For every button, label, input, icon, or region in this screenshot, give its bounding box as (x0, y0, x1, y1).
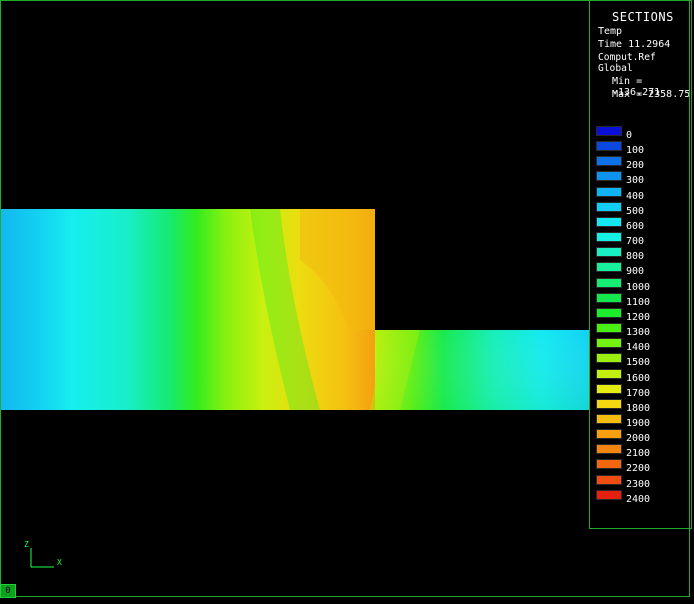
frame-tab[interactable]: 0 (0, 584, 16, 598)
legend-swatch (596, 368, 622, 379)
legend-label: 1800 (626, 402, 651, 414)
legend-swatch (596, 444, 622, 455)
legend-swatch (596, 156, 622, 167)
time-label: Time 11.2964 (598, 39, 671, 50)
legend-swatch (596, 277, 622, 288)
legend-label: 0 (626, 130, 633, 141)
legend-label: 400 (626, 190, 645, 202)
legend-label: 900 (626, 266, 645, 278)
legend-label: 1900 (626, 417, 651, 429)
legend-swatch (596, 383, 622, 394)
legend-label: 2400 (626, 493, 651, 505)
results-panel: SECTIONS Temp Time 11.2964 Comput.Ref Gl… (589, 0, 692, 529)
legend-label: 100 (626, 145, 645, 157)
legend-label: 700 (626, 236, 645, 248)
legend-label: 800 (626, 251, 645, 263)
legend-label: 1400 (626, 342, 651, 354)
model-viewport[interactable] (0, 0, 590, 600)
legend-label: 1700 (626, 387, 651, 399)
z-axis-label: Z (24, 540, 29, 549)
temperature-contour-plot (1, 209, 589, 410)
panel-title: SECTIONS (612, 10, 674, 24)
legend-swatch (596, 126, 622, 136)
legend-swatch (596, 413, 622, 424)
legend-swatch (596, 262, 622, 273)
legend-swatch (596, 292, 622, 303)
x-axis-label: X (57, 558, 62, 567)
legend-swatch (596, 398, 622, 409)
legend-swatch (596, 247, 622, 258)
legend-swatch (596, 186, 622, 197)
legend-label: 1100 (626, 296, 651, 308)
legend-label: 600 (626, 220, 645, 232)
legend-swatch (596, 216, 622, 227)
legend-swatch (596, 338, 622, 349)
reference-label: Comput.Ref Global (598, 52, 656, 74)
legend-label: 200 (626, 160, 645, 172)
result-name: Temp (598, 26, 623, 37)
legend-label: 1600 (626, 372, 651, 384)
legend-swatch (596, 232, 622, 243)
legend-swatch (596, 171, 622, 182)
legend-label: 300 (626, 175, 645, 187)
max-value: Max = 2358.75 (612, 89, 691, 100)
legend-swatch (596, 489, 622, 500)
legend-swatch (596, 429, 622, 440)
legend-swatch (596, 323, 622, 334)
legend-swatch (596, 459, 622, 470)
legend-swatch (596, 307, 622, 318)
legend-label: 2300 (626, 478, 651, 490)
legend-label: 500 (626, 205, 645, 217)
legend-label: 2000 (626, 433, 651, 445)
legend-label: 1000 (626, 281, 651, 293)
legend-swatch (596, 201, 622, 212)
legend-label: 2200 (626, 463, 651, 475)
legend-swatch (596, 353, 622, 364)
legend-label: 2100 (626, 448, 651, 460)
legend-label: 1200 (626, 311, 651, 323)
legend-label: 1300 (626, 327, 651, 339)
axis-triad: Z X (24, 540, 62, 568)
legend-label: 1500 (626, 357, 651, 369)
legend-swatch (596, 141, 622, 152)
legend-swatch (596, 474, 622, 485)
